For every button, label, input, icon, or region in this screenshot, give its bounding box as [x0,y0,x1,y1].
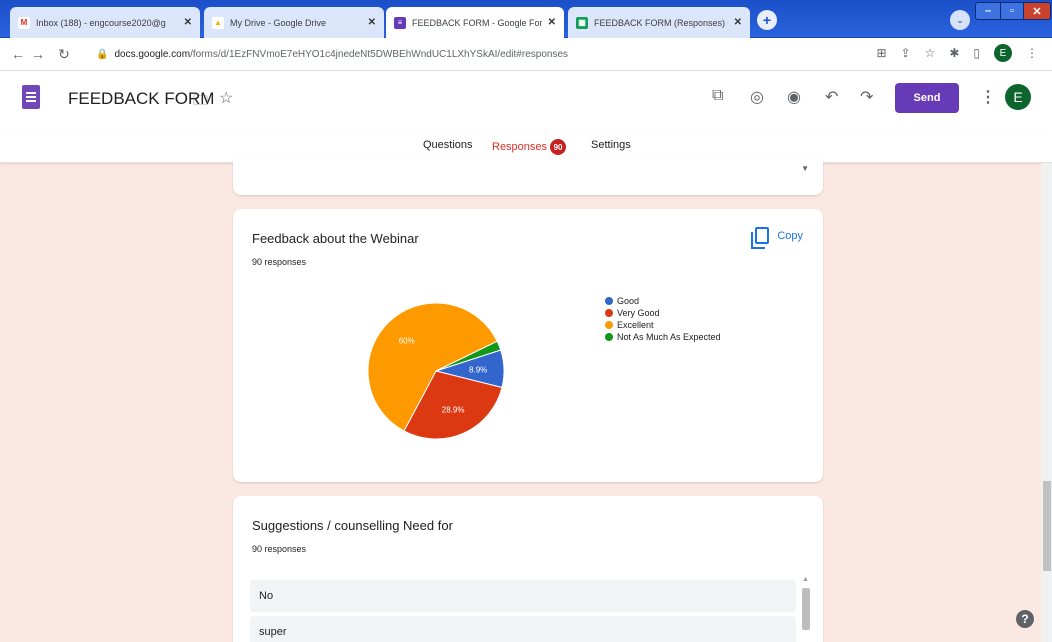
browser-tab-strip: M Inbox (188) - engcourse2020@g ✕ ▲ My D… [0,0,1052,38]
close-tab-icon[interactable]: ✕ [548,17,556,28]
account-avatar[interactable]: E [1005,84,1031,110]
url-field[interactable]: 🔒 docs.google.com/forms/d/1EzFNVmoE7eHYO… [96,44,568,64]
close-window-icon[interactable]: ✕ [1023,2,1051,20]
previous-question-card: ▼ [233,160,823,195]
maximize-icon[interactable]: ▫ [1000,2,1024,20]
share-icon[interactable]: ⇪ [901,46,911,60]
list-item: super [250,616,796,642]
sheets-icon: ▦ [576,16,588,29]
tab-search-icon[interactable]: ⌄ [950,10,970,30]
drive-icon: ▲ [212,16,224,29]
tab-responses[interactable]: Responses 90 [492,139,567,155]
legend-label: Not As Much As Expected [617,332,721,342]
legend-item: Not As Much As Expected [605,331,721,343]
close-tab-icon[interactable]: ✕ [734,17,742,28]
copy-icon [751,227,770,249]
scroll-up-icon[interactable]: ▲ [802,576,809,583]
legend-swatch [605,297,613,305]
back-icon[interactable]: ← [8,46,28,62]
folder-icon[interactable]: 🗀 [193,90,208,115]
responses-count-badge: 90 [550,139,567,155]
legend-label: Good [617,296,640,306]
copy-chart-button[interactable]: Copy [751,227,803,249]
help-icon[interactable]: ? [1016,610,1034,628]
legend-label: Very Good [617,308,660,318]
legend-item: Good [605,295,721,307]
browser-tab-gmail[interactable]: M Inbox (188) - engcourse2020@g ✕ [10,7,200,38]
redo-icon[interactable]: ↷ [860,87,873,107]
legend-item: Very Good [605,307,721,319]
address-bar: ← → ↻ 🔒 docs.google.com/forms/d/1EzFNVmo… [0,38,1052,71]
more-options-icon[interactable]: ⋮ [980,87,996,107]
question-card-webinar-feedback: Feedback about the Webinar 90 responses … [233,209,823,482]
addons-icon[interactable]: ⧉ [712,87,723,105]
sidepanel-icon[interactable]: ▯ [973,46,980,60]
scrollbar-thumb[interactable] [802,588,810,630]
pie-slice-label: 60% [399,337,415,346]
preview-eye-icon[interactable]: ◉ [787,87,801,107]
legend-label: Excellent [617,320,654,330]
browser-tab-forms[interactable]: ≡ FEEDBACK FORM - Google Form ✕ [386,7,564,38]
gmail-icon: M [18,16,30,29]
extensions-icon[interactable]: ✱ [949,46,959,60]
profile-avatar[interactable]: E [994,44,1012,62]
forms-header: FEEDBACK FORM 🗀 ☆ ⧉ ◎ ◉ ↶ ↷ Send ⋮ E [0,71,1052,129]
response-count: 90 responses [252,257,307,267]
browser-tab-drive[interactable]: ▲ My Drive - Google Drive ✕ [204,7,384,38]
forward-icon[interactable]: → [28,46,48,62]
send-button[interactable]: Send [895,83,959,113]
close-tab-icon[interactable]: ✕ [368,17,376,28]
chrome-menu-icon[interactable]: ⋮ [1026,46,1038,60]
translate-icon[interactable]: ⊞ [876,46,886,60]
chart-legend: Good Very Good Excellent Not As Much As Exp… [605,295,721,343]
tab-settings[interactable]: Settings [591,139,631,151]
responses-scrollbar[interactable]: ▲ [800,576,811,642]
question-title: Feedback about the Webinar [252,231,419,246]
minimize-icon[interactable]: – [975,2,1001,20]
legend-swatch [605,321,613,329]
lock-icon: 🔒 [96,48,109,60]
forms-logo-icon[interactable] [22,85,40,109]
new-tab-button[interactable]: + [757,10,777,30]
close-tab-icon[interactable]: ✕ [184,17,192,28]
scroll-down-arrow-icon[interactable]: ▼ [801,164,809,173]
browser-tab-sheets[interactable]: ▦ FEEDBACK FORM (Responses) - G ✕ [568,7,750,38]
pie-slice-label: 28.9% [442,406,465,415]
page-scrollbar-thumb[interactable] [1043,481,1051,571]
star-icon[interactable]: ☆ [219,88,233,108]
question-title: Suggestions / counselling Need for [252,518,453,533]
legend-item: Excellent [605,319,721,331]
tab-questions[interactable]: Questions [423,139,473,151]
undo-icon[interactable]: ↶ [825,87,838,107]
pie-slice-label: 8.9% [469,366,487,375]
legend-swatch [605,333,613,341]
reload-icon[interactable]: ↻ [54,46,74,63]
response-count: 90 responses [252,544,307,554]
list-item: No [250,580,796,612]
palette-icon[interactable]: ◎ [750,87,764,107]
form-tabs: Questions Responses 90 Settings [0,129,1052,163]
question-card-suggestions: Suggestions / counselling Need for 90 re… [233,496,823,642]
legend-swatch [605,309,613,317]
pie-chart: 8.9% 28.9% 60% [367,302,505,440]
bookmark-star-icon[interactable]: ☆ [925,46,936,60]
page-scrollbar[interactable] [1041,163,1052,642]
forms-icon: ≡ [394,16,406,29]
